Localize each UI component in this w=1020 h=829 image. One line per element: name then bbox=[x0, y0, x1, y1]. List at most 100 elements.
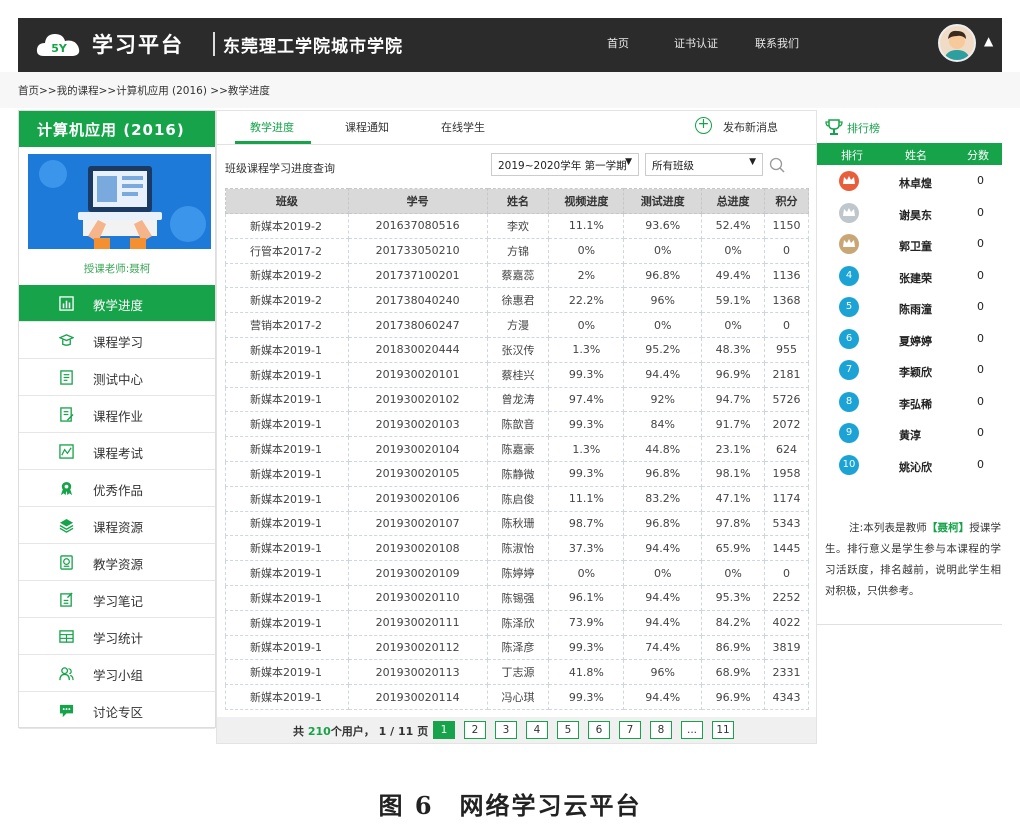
sidebar-item-label: 课程考试 bbox=[93, 446, 144, 461]
cell-total-progress: 96.9% bbox=[701, 361, 766, 388]
ranking-row: 7 李颖欣 0 bbox=[817, 354, 1002, 386]
cell-video-progress: 99.3% bbox=[548, 411, 625, 438]
nav-home[interactable]: 首页 bbox=[607, 35, 629, 51]
plus-circle-icon[interactable]: + bbox=[695, 117, 712, 134]
sidebar-item-teaching-progress[interactable]: 教学进度 bbox=[19, 285, 215, 322]
table-row[interactable]: 新媒本2019-1 201930020102 曾龙涛 97.4% 92% 94.7% 572… bbox=[225, 386, 809, 413]
table-row[interactable]: 新媒本2019-1 201930020107 陈秋珊 98.7% 96.8% 97.8% 5… bbox=[225, 510, 809, 537]
sidebar-item-test-center[interactable]: 测试中心 bbox=[19, 359, 215, 396]
ranking-student-name: 谢昊东 bbox=[899, 208, 932, 222]
page-button-6[interactable]: 6 bbox=[588, 721, 610, 739]
avatar-caret-icon[interactable]: ▲ bbox=[984, 34, 993, 48]
tab-online-students[interactable]: 在线学生 bbox=[441, 119, 485, 135]
sidebar-item-discussion[interactable]: 讨论专区 bbox=[19, 692, 215, 729]
ranking-note: 注:本列表是教师【聂柯】授课学生。排行意义是学生参与本课程的学习活跃度，排名越前… bbox=[825, 518, 1001, 602]
sidebar-item-homework[interactable]: 课程作业 bbox=[19, 396, 215, 433]
table-row[interactable]: 新媒本2019-1 201930020110 陈锡强 96.1% 94.4% 95.3% 2… bbox=[225, 584, 809, 611]
sidebar-item-excellent-works[interactable]: 优秀作品 bbox=[19, 470, 215, 507]
cell-student-id: 201930020108 bbox=[347, 535, 488, 562]
group-icon bbox=[59, 667, 74, 681]
publish-message-button[interactable]: 发布新消息 bbox=[723, 119, 778, 135]
cell-points: 3819 bbox=[764, 634, 809, 661]
cell-total-progress: 68.9% bbox=[701, 659, 766, 686]
column-header-total-progress[interactable]: 总进度 bbox=[701, 188, 766, 214]
cell-name: 陈启俊 bbox=[486, 485, 550, 512]
table-row[interactable]: 新媒本2019-1 201930020108 陈淑怡 37.3% 94.4% 65.9% 1… bbox=[225, 535, 809, 562]
sidebar-item-study-stats[interactable]: 学习统计 bbox=[19, 618, 215, 655]
column-header-test-progress[interactable]: 测试进度 bbox=[623, 188, 703, 214]
page-button-3[interactable]: 3 bbox=[495, 721, 517, 739]
award-icon bbox=[60, 481, 73, 496]
page-button-4[interactable]: 4 bbox=[526, 721, 548, 739]
table-row[interactable]: 新媒本2019-1 201830020444 张汉传 1.3% 95.2% 48.3% 95… bbox=[225, 336, 809, 363]
sidebar-item-course-study[interactable]: 课程学习 bbox=[19, 322, 215, 359]
table-row[interactable]: 新媒本2019-1 201930020114 冯心琪 99.3% 94.4% 96.9% 4… bbox=[225, 684, 809, 710]
nav-contact[interactable]: 联系我们 bbox=[755, 35, 799, 51]
column-header-name[interactable]: 姓名 bbox=[486, 188, 550, 214]
page-button-7[interactable]: 7 bbox=[619, 721, 641, 739]
sidebar-item-study-group[interactable]: 学习小组 bbox=[19, 655, 215, 692]
nav-certificate[interactable]: 证书认证 bbox=[674, 35, 718, 51]
page-button-8[interactable]: 8 bbox=[650, 721, 672, 739]
term-select-value: 2019~2020学年 第一学期 bbox=[498, 160, 627, 172]
search-icon[interactable] bbox=[767, 155, 787, 175]
table-row[interactable]: 新媒本2019-1 201930020109 陈婷婷 0% 0% 0% 0 bbox=[225, 560, 809, 586]
cell-student-id: 201930020109 bbox=[347, 560, 488, 586]
table-row[interactable]: 新媒本2019-1 201930020105 陈静微 99.3% 96.8% 98.1% 1… bbox=[225, 460, 809, 487]
cell-test-progress: 84% bbox=[623, 411, 703, 438]
cell-total-progress: 96.9% bbox=[701, 684, 766, 710]
column-header-points[interactable]: 积分 bbox=[764, 188, 809, 214]
total-pages: 11 bbox=[398, 725, 414, 738]
table-row[interactable]: 新媒本2019-2 201737100201 蔡嘉蕊 2% 96.8% 49.4% 1136 bbox=[225, 262, 809, 289]
table-row[interactable]: 新媒本2019-1 201930020103 陈歆音 99.3% 84% 91.7% 207… bbox=[225, 411, 809, 438]
sidebar-item-label: 学习小组 bbox=[93, 668, 144, 683]
tab-teaching-progress[interactable]: 教学进度 bbox=[250, 119, 294, 135]
table-row[interactable]: 新媒本2019-1 201930020112 陈泽彦 99.3% 74.4% 86.9% 3… bbox=[225, 634, 809, 661]
column-header-student-id[interactable]: 学号 bbox=[347, 188, 488, 214]
cell-student-id: 201930020107 bbox=[347, 510, 488, 537]
table-row[interactable]: 新媒本2019-1 201930020111 陈泽欣 73.9% 94.4% 84.2% 4… bbox=[225, 609, 809, 636]
pager-middle: 个用户， bbox=[330, 725, 375, 738]
page-button-ellipsis[interactable]: ... bbox=[681, 721, 703, 739]
cell-class: 新媒本2019-1 bbox=[225, 659, 349, 686]
rank-number-badge: 5 bbox=[839, 297, 859, 317]
sidebar-item-exam[interactable]: 课程考试 bbox=[19, 433, 215, 470]
table-row[interactable]: 营销本2017-2 201738060247 方漫 0% 0% 0% 0 bbox=[225, 312, 809, 338]
cell-total-progress: 84.2% bbox=[701, 609, 766, 636]
table-row[interactable]: 行管本2017-2 201733050210 方锦 0% 0% 0% 0 bbox=[225, 237, 809, 264]
sidebar-item-teaching-resources[interactable]: 教学资源 bbox=[19, 544, 215, 581]
user-avatar[interactable] bbox=[938, 24, 976, 62]
page-button-5[interactable]: 5 bbox=[557, 721, 579, 739]
logo-divider bbox=[213, 32, 215, 56]
cell-video-progress: 99.3% bbox=[548, 684, 625, 710]
page-button-2[interactable]: 2 bbox=[464, 721, 486, 739]
course-cover-illustration-icon bbox=[28, 154, 211, 249]
table-row[interactable]: 新媒本2019-1 201930020106 陈启俊 11.1% 83.2% 47.1% 1… bbox=[225, 485, 809, 512]
column-header-class[interactable]: 班级 bbox=[225, 188, 349, 214]
sidebar-item-study-notes[interactable]: 学习笔记 bbox=[19, 581, 215, 618]
cell-points: 1150 bbox=[764, 213, 809, 239]
table-row[interactable]: 新媒本2019-1 201930020113 丁志源 41.8% 96% 68.9% 233… bbox=[225, 659, 809, 686]
cell-points: 4343 bbox=[764, 684, 809, 710]
table-row[interactable]: 新媒本2019-1 201930020101 蔡桂兴 99.3% 94.4% 96.9% 2… bbox=[225, 361, 809, 388]
cell-test-progress: 96% bbox=[623, 287, 703, 314]
class-select[interactable]: 所有班级 ▼ bbox=[645, 153, 763, 176]
crown-medal-icon bbox=[839, 234, 859, 254]
column-header-video-progress[interactable]: 视频进度 bbox=[548, 188, 625, 214]
table-row[interactable]: 新媒本2019-2 201738040240 徐惠君 22.2% 96% 59.1% 136… bbox=[225, 287, 809, 314]
breadcrumb[interactable]: 首页>>我的课程>>计算机应用 (2016) >>教学进度 bbox=[18, 83, 270, 98]
course-title: 计算机应用 (2016) bbox=[19, 111, 215, 147]
cell-points: 1445 bbox=[764, 535, 809, 562]
cell-class: 新媒本2019-2 bbox=[225, 262, 349, 289]
tab-bar: 教学进度 课程通知 在线学生 + 发布新消息 bbox=[217, 111, 816, 145]
page-button-11[interactable]: 11 bbox=[712, 721, 734, 739]
sidebar-item-course-resources[interactable]: 课程资源 bbox=[19, 507, 215, 544]
tab-course-notice[interactable]: 课程通知 bbox=[345, 119, 389, 135]
term-select[interactable]: 2019~2020学年 第一学期 ▼ bbox=[491, 153, 639, 176]
table-row[interactable]: 新媒本2019-2 201637080516 李欢 11.1% 93.6% 52.4% 11… bbox=[225, 213, 809, 239]
exam-icon bbox=[59, 444, 74, 459]
page-button-1[interactable]: 1 bbox=[433, 721, 455, 739]
figure-caption: 图 6 网络学习云平台 bbox=[378, 791, 642, 820]
table-row[interactable]: 新媒本2019-1 201930020104 陈嘉豪 1.3% 44.8% 23.1% 62… bbox=[225, 436, 809, 462]
cell-student-id: 201930020106 bbox=[347, 485, 488, 512]
